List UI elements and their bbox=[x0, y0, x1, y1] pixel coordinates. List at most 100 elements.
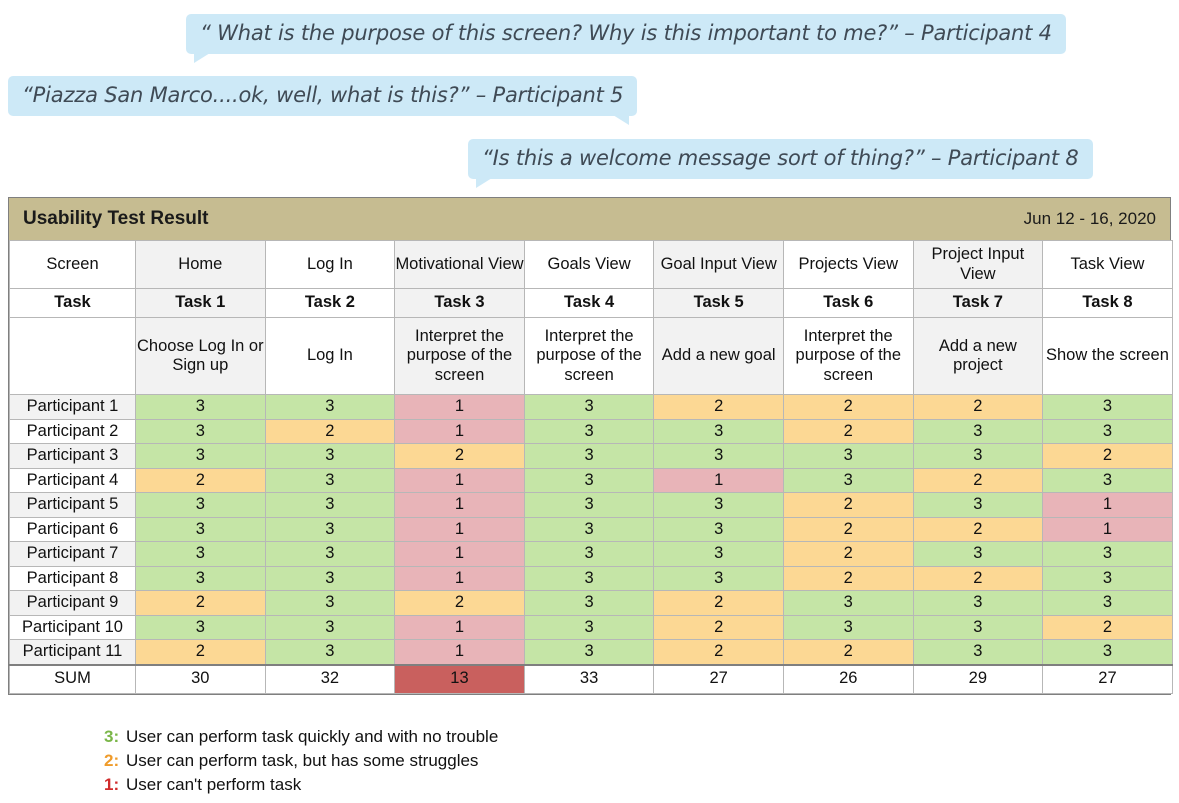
screen-name-cell: Motivational View bbox=[394, 240, 525, 289]
score-cell: 3 bbox=[135, 541, 266, 567]
task-description-row: Choose Log In or Sign up Log In Interpret … bbox=[9, 317, 1173, 395]
score-cell: 3 bbox=[912, 492, 1044, 518]
score-cell: 3 bbox=[264, 614, 396, 640]
score-cell: 3 bbox=[135, 492, 266, 518]
score-cell: 1 bbox=[394, 492, 525, 518]
score-cell: 1 bbox=[1042, 516, 1173, 542]
score-cell: 3 bbox=[264, 541, 396, 567]
participant-name-cell: Participant 9 bbox=[9, 590, 136, 616]
screen-name-cell: Home bbox=[135, 240, 266, 289]
score-cell: 1 bbox=[394, 394, 525, 420]
score-cell: 3 bbox=[523, 443, 655, 469]
score-cell: 3 bbox=[653, 516, 784, 542]
score-cell: 2 bbox=[653, 394, 784, 420]
legend-description: User can perform task, but has some stru… bbox=[126, 751, 479, 770]
screen-name-cell: Projects View bbox=[782, 240, 914, 289]
participant-name-cell: Participant 8 bbox=[9, 565, 136, 591]
task-number-cell: Task 8 bbox=[1042, 288, 1173, 318]
table-row: Participant 11 2 3 1 3 2 2 3 3 bbox=[9, 639, 1173, 665]
screen-header-row: Screen Home Log In Motivational View Goals V… bbox=[9, 240, 1173, 289]
screen-name-cell: Project Input View bbox=[912, 240, 1044, 289]
participant-name-cell: Participant 3 bbox=[9, 443, 136, 469]
score-cell: 3 bbox=[653, 565, 784, 591]
table-row: Participant 733133233 bbox=[9, 541, 1173, 567]
score-cell: 3 bbox=[653, 418, 784, 444]
page-title: Usability Test Result bbox=[23, 208, 209, 229]
score-cell: 1 bbox=[1042, 492, 1173, 518]
quote-text: “Is this a welcome message sort of thing… bbox=[482, 146, 1079, 170]
task-number-cell: Task 3 bbox=[394, 288, 525, 318]
legend-score-key: 2: bbox=[104, 751, 120, 770]
score-cell: 3 bbox=[912, 614, 1044, 640]
score-cell: 3 bbox=[523, 492, 655, 518]
score-cell: 2 bbox=[653, 639, 784, 665]
task-description-cell: Add a new project bbox=[912, 317, 1044, 395]
score-cell: 3 bbox=[523, 565, 655, 591]
score-cell: 3 bbox=[912, 541, 1044, 567]
score-cell: 2 bbox=[135, 639, 266, 665]
quote-bubble-participant-5: “Piazza San Marco....ok, well, what is t… bbox=[8, 76, 638, 125]
participant-name-cell: Participant 11 bbox=[9, 639, 136, 665]
task-number-cell: Task 1 bbox=[135, 288, 266, 318]
task-description-cell: Interpret the purpose of the screen bbox=[782, 317, 914, 395]
score-cell: 3 bbox=[912, 443, 1044, 469]
legend-item: 1: User can't perform task bbox=[104, 775, 498, 799]
score-cell: 1 bbox=[653, 467, 784, 493]
score-cell: 3 bbox=[523, 418, 655, 444]
legend-score-key: 3: bbox=[104, 727, 120, 746]
sum-value-cell: 33 bbox=[523, 663, 655, 694]
screen-name-cell: Log In bbox=[264, 240, 396, 289]
score-cell: 2 bbox=[782, 516, 914, 542]
screen-name-cell: Goal Input View bbox=[653, 240, 784, 289]
score-cell: 3 bbox=[1042, 565, 1173, 591]
task-description-cell: Add a new goal bbox=[653, 317, 784, 395]
table-row: Participant 10 3 3 1 3 2 3 3 2 bbox=[9, 614, 1173, 640]
score-cell: 2 bbox=[782, 541, 914, 567]
participant-quotes-group: “ What is the purpose of this screen? Wh… bbox=[0, 0, 1179, 188]
score-cell: 1 bbox=[394, 541, 525, 567]
score-cell: 2 bbox=[1042, 614, 1173, 640]
card-title-bar: Usability Test Result Jun 12 - 16, 2020 bbox=[9, 198, 1170, 240]
score-cell: 3 bbox=[264, 443, 396, 469]
score-cell: 3 bbox=[782, 590, 914, 616]
table-row: Participant 923232333 bbox=[9, 590, 1173, 616]
score-cell: 3 bbox=[523, 541, 655, 567]
task-description-cell: Interpret the purpose of the screen bbox=[394, 317, 525, 395]
score-cell: 1 bbox=[394, 614, 525, 640]
sum-value-cell: 29 bbox=[912, 663, 1044, 694]
table-row: Participant 232133233 bbox=[9, 418, 1173, 444]
sum-value-cell: 26 bbox=[782, 663, 914, 694]
sum-value-cell: 13 bbox=[394, 663, 525, 694]
score-cell: 2 bbox=[782, 565, 914, 591]
score-cell: 3 bbox=[135, 565, 266, 591]
sum-row-label: SUM bbox=[9, 663, 136, 694]
score-cell: 3 bbox=[264, 639, 396, 665]
score-cell: 3 bbox=[912, 590, 1044, 616]
score-cell: 3 bbox=[782, 467, 914, 493]
score-cell: 3 bbox=[1042, 467, 1173, 493]
score-cell: 3 bbox=[523, 467, 655, 493]
usability-test-result-card: Usability Test Result Jun 12 - 16, 2020 … bbox=[8, 197, 1173, 695]
score-cell: 3 bbox=[1042, 639, 1173, 665]
legend-item: 2: User can perform task, but has some st… bbox=[104, 751, 498, 775]
usability-results-table: Screen Home Log In Motivational View Goals V… bbox=[9, 240, 1173, 694]
sum-row: SUM 30 32 13 33 27 26 29 27 bbox=[9, 663, 1173, 694]
score-cell: 2 bbox=[782, 639, 914, 665]
score-cell: 3 bbox=[523, 614, 655, 640]
score-cell: 1 bbox=[394, 516, 525, 542]
task-description-cell: Log In bbox=[264, 317, 396, 395]
table-row: Participant 833133223 bbox=[9, 565, 1173, 591]
score-cell: 3 bbox=[264, 492, 396, 518]
task-number-cell: Task 6 bbox=[782, 288, 914, 318]
task-number-cell: Task 4 bbox=[523, 288, 655, 318]
task-description-row-blank bbox=[9, 317, 136, 395]
score-cell: 1 bbox=[394, 467, 525, 493]
score-cell: 3 bbox=[523, 590, 655, 616]
score-cell: 2 bbox=[394, 590, 525, 616]
participant-name-cell: Participant 6 bbox=[9, 516, 136, 542]
table-row: Participant 533133231 bbox=[9, 492, 1173, 518]
participant-name-cell: Participant 10 bbox=[9, 614, 136, 640]
score-cell: 2 bbox=[1042, 443, 1173, 469]
screen-name-cell: Goals View bbox=[523, 240, 655, 289]
legend-score-key: 1: bbox=[104, 775, 120, 794]
